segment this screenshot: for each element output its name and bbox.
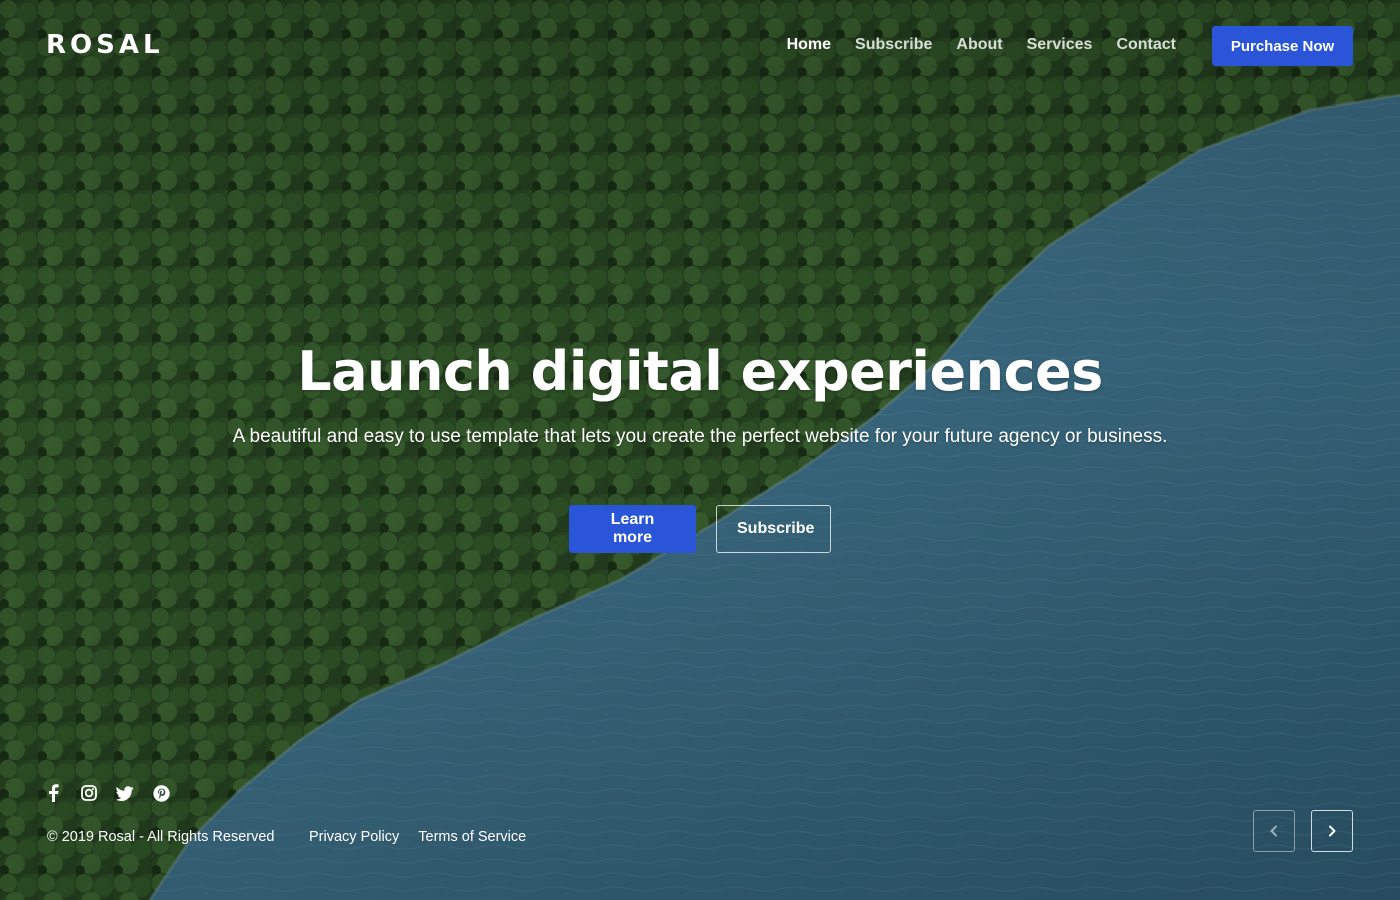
subscribe-button[interactable]: Subscribe <box>716 505 831 553</box>
twitter-icon[interactable] <box>114 782 136 804</box>
nav-item-subscribe[interactable]: Subscribe <box>855 34 932 56</box>
site-logo[interactable]: ROSAL <box>46 30 164 60</box>
nav-item-home[interactable]: Home <box>787 34 831 56</box>
terms-of-service-link[interactable]: Terms of Service <box>418 829 526 845</box>
nav-item-about[interactable]: About <box>956 34 1002 56</box>
pinterest-icon[interactable] <box>150 782 172 804</box>
slider-next-button[interactable] <box>1311 810 1353 852</box>
hero-actions: Learn more Subscribe <box>0 505 1400 553</box>
copyright-text: © 2019 Rosal - All Rights Reserved <box>47 829 275 845</box>
legal-links: Privacy Policy Terms of Service <box>309 829 526 845</box>
learn-more-button[interactable]: Learn more <box>569 505 696 553</box>
main-nav: Home Subscribe About Services Contact <box>787 34 1176 56</box>
hero-section: ROSAL Home Subscribe About Services Cont… <box>0 0 1400 900</box>
nav-item-services[interactable]: Services <box>1027 34 1093 56</box>
slider-controls <box>1253 810 1353 852</box>
nav-item-contact[interactable]: Contact <box>1116 34 1176 56</box>
chevron-right-icon <box>1329 825 1336 837</box>
image-overlay <box>0 0 1400 900</box>
chevron-left-icon <box>1270 825 1277 837</box>
purchase-now-button[interactable]: Purchase Now <box>1212 26 1353 66</box>
hero-headline: Launch digital experiences <box>297 340 1103 403</box>
hero-subline: A beautiful and easy to use template tha… <box>232 426 1168 447</box>
privacy-policy-link[interactable]: Privacy Policy <box>309 829 399 845</box>
instagram-icon[interactable] <box>78 782 100 804</box>
social-links <box>42 782 172 804</box>
facebook-icon[interactable] <box>42 782 64 804</box>
slider-prev-button[interactable] <box>1253 810 1295 852</box>
